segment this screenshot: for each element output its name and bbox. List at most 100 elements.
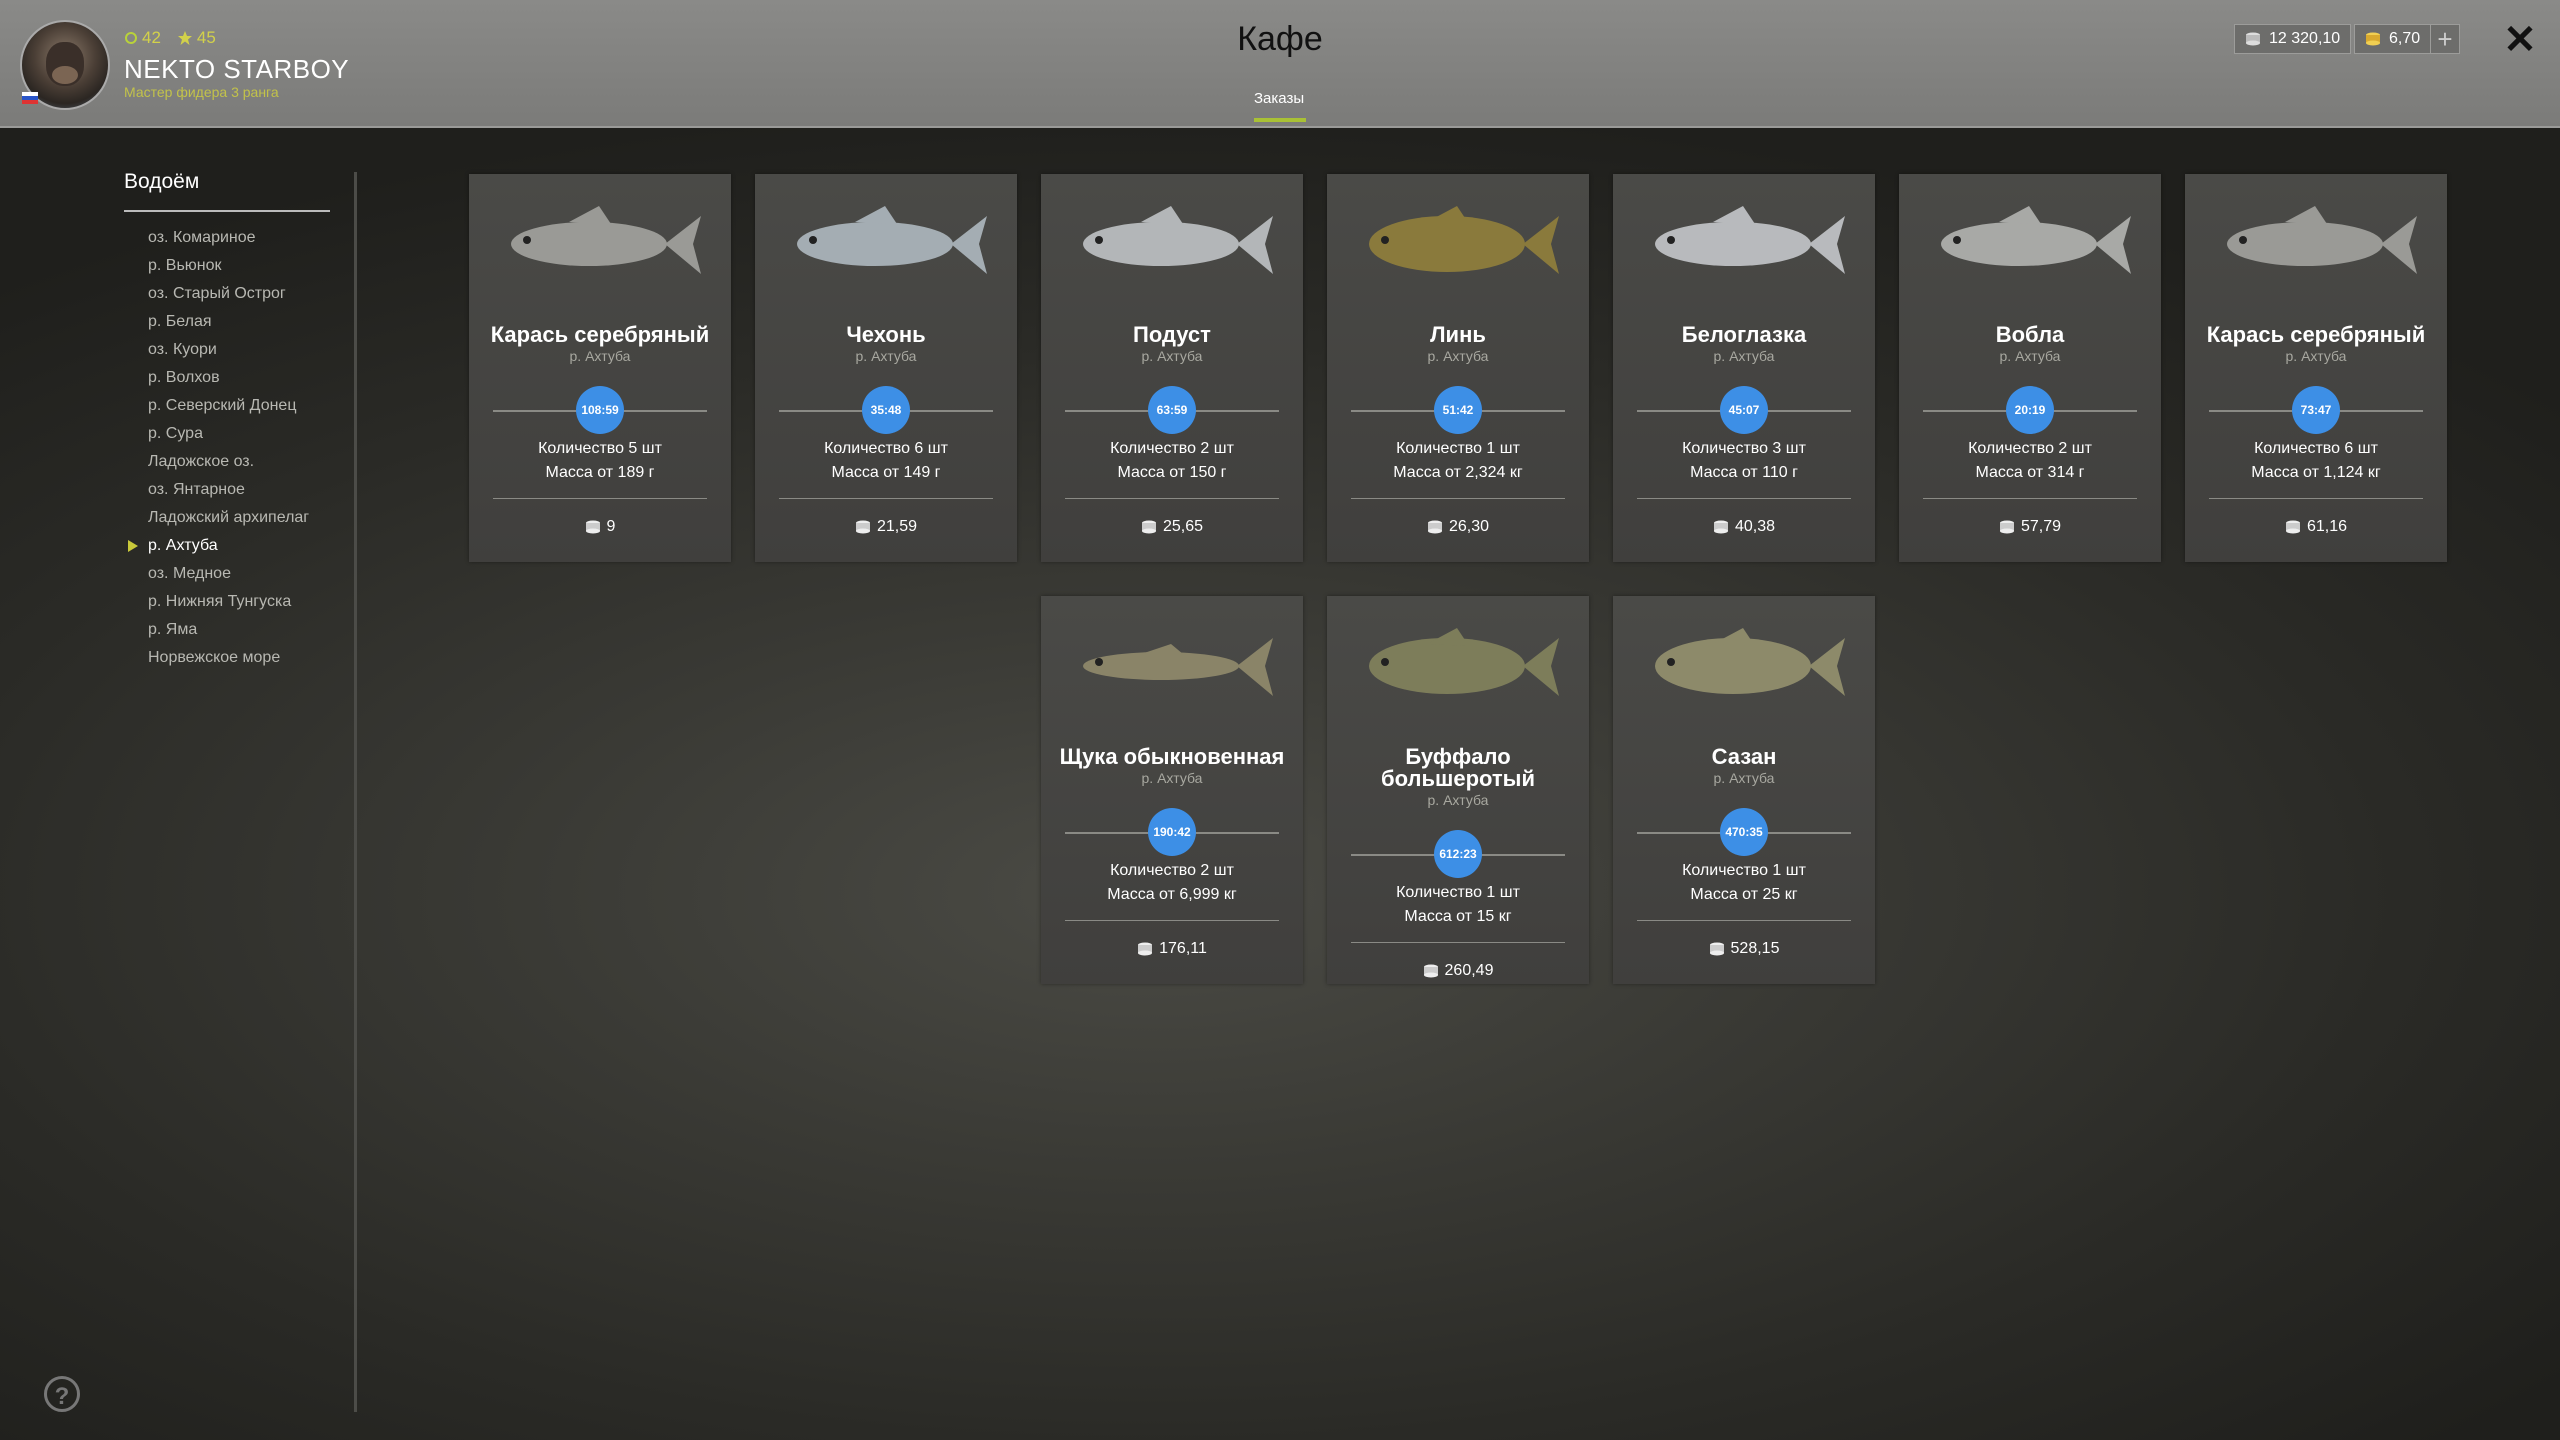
fish-name: Щука обыкновенная	[1059, 744, 1285, 769]
silver-coins-icon	[2246, 32, 2260, 46]
order-price: 260,49	[1327, 962, 1589, 980]
fish-location: р. Ахтуба	[1141, 770, 1203, 786]
order-quantity: Количество 3 шт	[1682, 440, 1806, 457]
order-card[interactable]: Карась серебряный р. Ахтуба 73:47 Количе…	[2185, 174, 2447, 562]
order-price: 528,15	[1613, 940, 1875, 958]
fish-eye	[2239, 236, 2247, 244]
sidebar-item[interactable]: р. Нижняя Тунгуска	[148, 590, 309, 618]
order-card[interactable]: Буффало большеротый р. Ахтуба 612:23 Кол…	[1327, 596, 1589, 984]
fish-tail	[1237, 216, 1273, 274]
sidebar-item[interactable]: р. Вьюнок	[148, 254, 309, 282]
order-mass: Масса от 110 г	[1690, 464, 1798, 481]
order-price-value: 9	[606, 518, 616, 535]
order-price: 40,38	[1613, 518, 1875, 536]
gold-coins-icon	[2366, 32, 2380, 46]
fish-icon	[1655, 206, 1845, 274]
price-divider	[779, 498, 993, 499]
order-card[interactable]: Чехонь р. Ахтуба 35:48 Количество 6 шт М…	[755, 174, 1017, 562]
fish-location: р. Ахтуба	[2285, 348, 2347, 364]
order-card[interactable]: Подуст р. Ахтуба 63:59 Количество 2 шт М…	[1041, 174, 1303, 562]
fish-location: р. Ахтуба	[1713, 348, 1775, 364]
price-divider	[1637, 498, 1851, 499]
order-mass: Масса от 2,324 кг	[1393, 464, 1523, 481]
fish-name: Вобла	[1995, 322, 2065, 347]
order-mass: Масса от 150 г	[1117, 464, 1227, 481]
price-divider	[1637, 920, 1851, 921]
sidebar-item[interactable]: р. Сура	[148, 422, 309, 450]
fish-body	[1941, 222, 2097, 266]
fish-body	[1655, 222, 1811, 266]
sidebar-item[interactable]: р. Яма	[148, 618, 309, 646]
sidebar-item[interactable]: р. Северский Донец	[148, 394, 309, 422]
order-card[interactable]: Линь р. Ахтуба 51:42 Количество 1 шт Мас…	[1327, 174, 1589, 562]
sidebar-item[interactable]: оз. Куори	[148, 338, 309, 366]
tab-active-underline	[1254, 118, 1306, 122]
sidebar-item[interactable]: Ладожское оз.	[148, 450, 309, 478]
order-price-value: 176,11	[1159, 940, 1207, 957]
top-bar: 42 45 NEKTO STARBOY Мастер фидера 3 ранг…	[0, 0, 2560, 128]
add-currency-button[interactable]: +	[2430, 24, 2460, 54]
order-price: 57,79	[1899, 518, 2161, 536]
fish-eye	[1953, 236, 1961, 244]
fish-name: Линь	[1430, 322, 1486, 347]
coins-icon	[1141, 520, 1156, 534]
order-price: 176,11	[1041, 940, 1303, 958]
order-card[interactable]: Вобла р. Ахтуба 20:19 Количество 2 шт Ма…	[1899, 174, 2161, 562]
page-title: Кафе	[1237, 20, 1323, 58]
order-quantity: Количество 2 шт	[1110, 440, 1234, 457]
order-mass: Масса от 314 г	[1975, 464, 2085, 481]
sidebar-item[interactable]: оз. Старый Острог	[148, 282, 309, 310]
order-quantity: Количество 2 шт	[1110, 862, 1234, 879]
fish-fin	[1427, 628, 1469, 646]
order-price-value: 25,65	[1162, 518, 1204, 535]
fish-tail	[1809, 638, 1845, 696]
sidebar-item[interactable]: оз. Комариное	[148, 226, 309, 254]
close-button[interactable]: ✕	[2500, 18, 2540, 62]
price-divider	[1351, 498, 1565, 499]
coins-icon	[1427, 520, 1442, 534]
coins-icon	[2285, 520, 2300, 534]
sidebar-item[interactable]: оз. Медное	[148, 562, 309, 590]
price-divider	[1065, 498, 1279, 499]
fish-location: р. Ахтуба	[1999, 348, 2061, 364]
sidebar-item[interactable]: оз. Янтарное	[148, 478, 309, 506]
silver-balance: 12 320,10	[2234, 24, 2352, 54]
order-price-value: 260,49	[1444, 962, 1494, 979]
price-divider	[1351, 942, 1565, 943]
timer-badge: 51:42	[1434, 386, 1482, 434]
fish-icon	[1655, 628, 1845, 696]
sidebar-item[interactable]: р. Волхов	[148, 366, 309, 394]
fish-name: Карась серебряный	[2206, 322, 2426, 347]
order-mass: Масса от 15 кг	[1404, 908, 1512, 925]
help-button[interactable]: ?	[44, 1376, 80, 1412]
fish-body	[511, 222, 667, 266]
order-card[interactable]: Щука обыкновенная р. Ахтуба 190:42 Колич…	[1041, 596, 1303, 984]
order-price: 61,16	[2185, 518, 2447, 536]
sidebar-item[interactable]: Ладожский архипелаг	[148, 506, 309, 534]
fish-location: р. Ахтуба	[1141, 348, 1203, 364]
fish-location: р. Ахтуба	[1427, 792, 1489, 808]
price-divider	[2209, 498, 2423, 499]
fish-icon	[511, 206, 701, 274]
sidebar-title: Водоём	[124, 170, 200, 193]
fish-name: Белоглазка	[1681, 322, 1807, 347]
sidebar-item[interactable]: р. Белая	[148, 310, 309, 338]
tab-orders[interactable]: Заказы	[1254, 90, 1304, 107]
order-card[interactable]: Карась серебряный р. Ахтуба 108:59 Колич…	[469, 174, 731, 562]
fish-tail	[1523, 638, 1559, 696]
order-card[interactable]: Белоглазка р. Ахтуба 45:07 Количество 3 …	[1613, 174, 1875, 562]
fish-name: Подуст	[1133, 322, 1211, 347]
fish-name: Буффало большеротый	[1381, 744, 1535, 791]
order-price: 9	[469, 518, 731, 536]
fish-body	[2227, 222, 2383, 266]
sidebar-item[interactable]: Норвежское море	[148, 646, 309, 674]
timer-badge: 190:42	[1148, 808, 1196, 856]
fish-eye	[1381, 658, 1389, 666]
order-price-value: 40,38	[1734, 518, 1776, 535]
sidebar-item[interactable]: р. Ахтуба	[127, 534, 309, 562]
order-price: 26,30	[1327, 518, 1589, 536]
order-card[interactable]: Сазан р. Ахтуба 470:35 Количество 1 шт М…	[1613, 596, 1875, 984]
order-quantity: Количество 5 шт	[538, 440, 662, 457]
fish-icon	[1941, 206, 2131, 274]
timer-badge: 63:59	[1148, 386, 1196, 434]
